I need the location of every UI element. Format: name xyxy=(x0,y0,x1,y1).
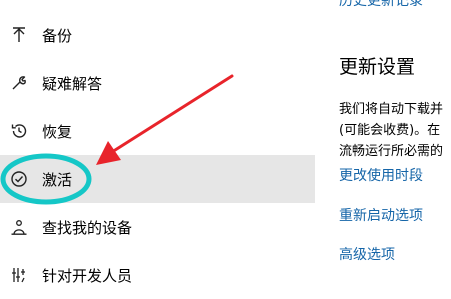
sidebar-item-for-developers[interactable]: 针对开发人员 xyxy=(0,251,315,299)
person-pin-icon xyxy=(9,217,29,237)
advanced-options-link[interactable]: 高级选项 xyxy=(339,244,395,264)
sidebar-item-label: 查找我的设备 xyxy=(42,218,133,237)
backup-icon xyxy=(9,25,29,45)
sidebar-item-label: 激活 xyxy=(42,170,73,189)
change-active-hours-link[interactable]: 更改使用时段 xyxy=(339,165,423,185)
description-line: 流畅运行所必需的 xyxy=(339,144,444,159)
check-circle-icon xyxy=(9,169,29,189)
restart-options-link[interactable]: 重新启动选项 xyxy=(339,205,423,225)
settings-sidebar: 备份 疑难解答 恢复 激活 查找我的设备 针对开发人员 xyxy=(0,0,315,294)
history-icon xyxy=(9,121,29,141)
sidebar-item-recovery[interactable]: 恢复 xyxy=(0,107,315,155)
description-line: 我们将自动下载并 xyxy=(339,102,444,117)
update-history-link[interactable]: 历史更新记录 xyxy=(339,0,423,10)
sidebar-item-activation[interactable]: 激活 xyxy=(0,155,315,203)
sidebar-item-troubleshoot[interactable]: 疑难解答 xyxy=(0,59,315,107)
sidebar-item-backup[interactable]: 备份 xyxy=(0,11,315,59)
sidebar-item-find-my-device[interactable]: 查找我的设备 xyxy=(0,203,315,251)
sidebar-item-label: 针对开发人员 xyxy=(42,266,133,285)
sidebar-item-label: 恢复 xyxy=(42,122,73,141)
update-settings-panel: 历史更新记录 更新设置 我们将自动下载并 (可能会收费)。在 流畅运行所必需的 … xyxy=(339,0,451,294)
wrench-icon xyxy=(9,73,29,93)
developer-icon xyxy=(9,265,29,285)
description-line: (可能会收费)。在 xyxy=(339,123,441,138)
sidebar-item-label: 备份 xyxy=(42,26,73,45)
sidebar-item-label: 疑难解答 xyxy=(42,74,103,93)
section-title: 更新设置 xyxy=(339,56,416,78)
